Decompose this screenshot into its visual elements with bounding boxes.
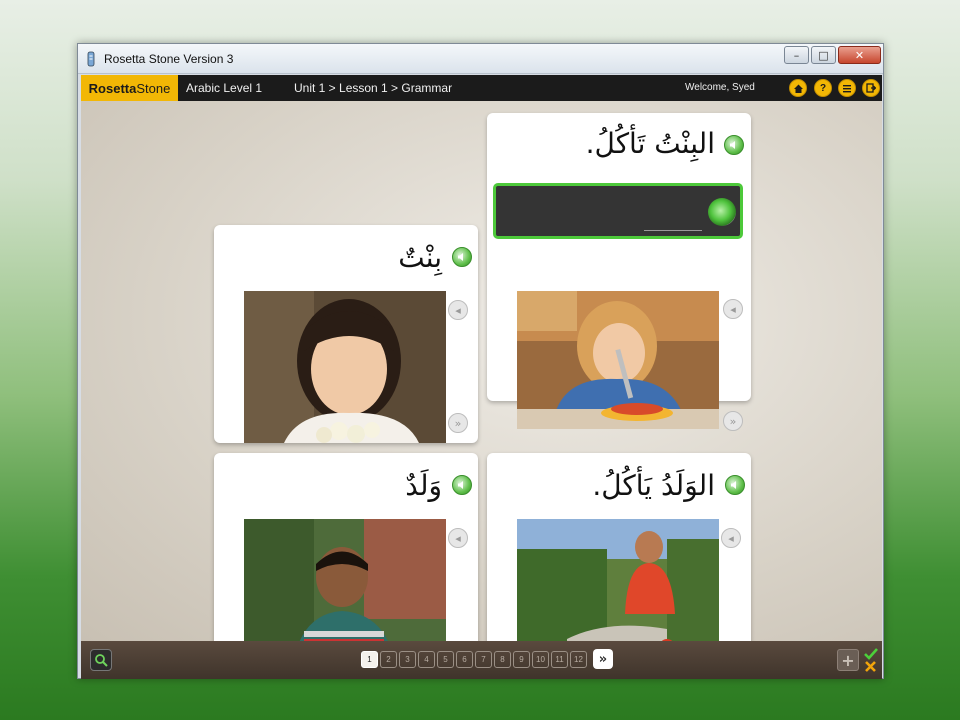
page-12-button[interactable]: 12 xyxy=(570,651,587,668)
card-girl-audio-icon[interactable]: ◂ xyxy=(448,300,468,320)
card-boy-eating-audio-icon[interactable]: ◂ xyxy=(721,528,741,548)
photo-girl-eating[interactable] xyxy=(517,291,719,429)
check-cross-icon[interactable] xyxy=(863,647,879,673)
welcome-text: Welcome, Syed xyxy=(685,82,755,93)
minimize-icon: – xyxy=(793,48,800,62)
help-icon[interactable]: ? xyxy=(814,79,832,97)
speech-answer-box[interactable] xyxy=(493,183,743,239)
next-page-button[interactable]: » xyxy=(593,649,613,669)
page-4-button[interactable]: 4 xyxy=(418,651,435,668)
page-1-button[interactable]: 1 xyxy=(361,651,378,668)
title-bar: Rosetta Stone Version 3 – □ ✕ xyxy=(78,44,883,74)
breadcrumb: Unit 1 > Lesson 1 > Grammar xyxy=(294,81,453,95)
card-boy-eating-text: الوَلَدُ يَأكُلُ. xyxy=(592,469,715,502)
page-3-button[interactable]: 3 xyxy=(399,651,416,668)
app-icon xyxy=(87,51,95,67)
card-girl-speaker-icon[interactable] xyxy=(452,247,472,267)
app-window: Rosetta Stone Version 3 – □ ✕ Rosetta Sto… xyxy=(77,43,884,679)
minimize-button[interactable]: – xyxy=(784,46,809,64)
maximize-button[interactable]: □ xyxy=(811,46,836,64)
window-title: Rosetta Stone Version 3 xyxy=(104,52,234,66)
card-boy-eating[interactable]: الوَلَدُ يَأكُلُ. ◂ » xyxy=(487,453,751,671)
home-icon[interactable] xyxy=(789,79,807,97)
logo-light: Stone xyxy=(136,80,171,96)
page-9-button[interactable]: 9 xyxy=(513,651,530,668)
zoom-icon[interactable] xyxy=(90,649,112,671)
card-girl-advance-icon[interactable]: » xyxy=(448,413,468,433)
card-audio-icon[interactable]: ◂ xyxy=(723,299,743,319)
logo-bold: Rosetta xyxy=(88,80,137,96)
card-girl[interactable]: بِنْتٌ ◂ » xyxy=(214,225,478,443)
page-7-button[interactable]: 7 xyxy=(475,651,492,668)
photo-girl[interactable] xyxy=(244,291,446,443)
screen-pager: 1 2 3 4 5 6 7 8 9 10 11 12» xyxy=(361,649,613,669)
card-boy-speaker-icon[interactable] xyxy=(452,475,472,495)
close-button[interactable]: ✕ xyxy=(838,46,881,64)
page-2-button[interactable]: 2 xyxy=(380,651,397,668)
card-girl-text: بِنْتٌ xyxy=(398,241,442,274)
exit-icon[interactable] xyxy=(862,79,880,97)
app-header: Rosetta Stone Arabic Level 1 Unit 1 > Les… xyxy=(81,75,882,101)
microphone-icon[interactable] xyxy=(708,198,736,226)
prompt-text: البِنْتُ تَأكُلُ. xyxy=(585,127,715,160)
prompt-speaker-icon[interactable] xyxy=(724,135,744,155)
plus-icon[interactable]: + xyxy=(837,649,859,671)
maximize-icon: □ xyxy=(818,48,829,62)
card-boy[interactable]: وَلَدٌ ◂ » xyxy=(214,453,478,671)
rosetta-stone-logo: Rosetta Stone xyxy=(81,75,178,101)
page-11-button[interactable]: 11 xyxy=(551,651,568,668)
bottom-toolbar: 1 2 3 4 5 6 7 8 9 10 11 12» + xyxy=(81,641,882,679)
card-advance-icon[interactable]: » xyxy=(723,411,743,431)
lesson-stage: البِنْتُ تَأكُلُ. ◂ » بِنْتٌ ◂ » وَلَدٌ … xyxy=(81,101,882,671)
page-8-button[interactable]: 8 xyxy=(494,651,511,668)
close-icon: ✕ xyxy=(854,48,865,62)
page-10-button[interactable]: 10 xyxy=(532,651,549,668)
course-title: Arabic Level 1 xyxy=(186,81,263,95)
answer-underline xyxy=(644,230,702,231)
page-6-button[interactable]: 6 xyxy=(456,651,473,668)
menu-icon[interactable] xyxy=(838,79,856,97)
card-boy-eating-speaker-icon[interactable] xyxy=(725,475,745,495)
card-boy-text: وَلَدٌ xyxy=(405,469,442,502)
card-boy-audio-icon[interactable]: ◂ xyxy=(448,528,468,548)
page-5-button[interactable]: 5 xyxy=(437,651,454,668)
